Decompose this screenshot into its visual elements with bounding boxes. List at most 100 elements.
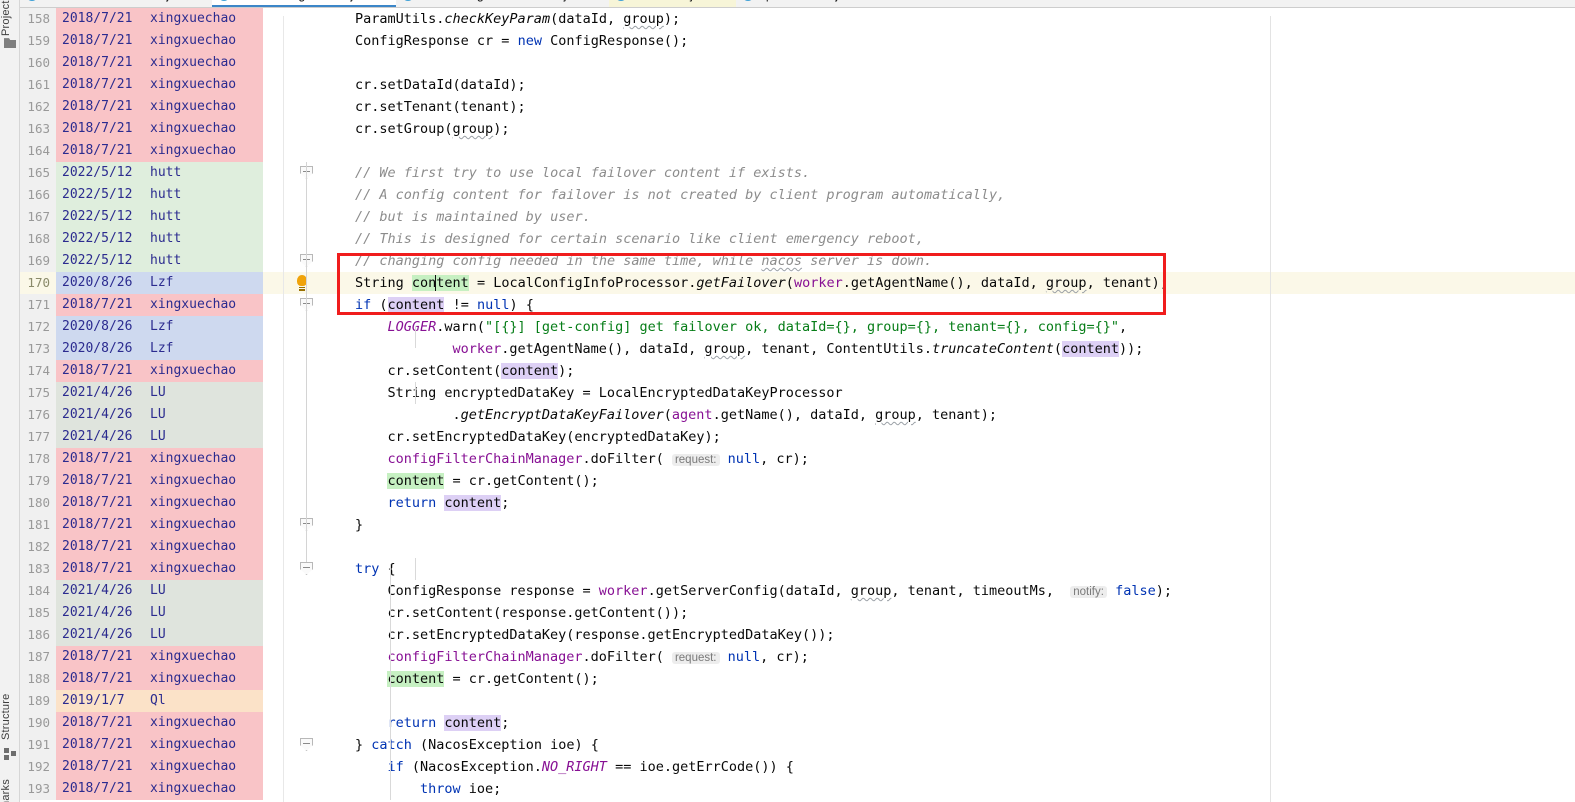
- editor-gutter[interactable]: [263, 404, 343, 426]
- editor-gutter[interactable]: [263, 536, 343, 558]
- blame-annotation[interactable]: 2021/4/26 LU: [56, 624, 263, 646]
- blame-annotation[interactable]: 2018/7/21 xingxuechao: [56, 712, 263, 734]
- table-row[interactable]: 167 2022/5/12 hutt // but is maintained by …: [20, 206, 1575, 228]
- editor-gutter[interactable]: [263, 74, 343, 96]
- blame-annotation[interactable]: 2018/7/21 xingxuechao: [56, 558, 263, 580]
- blame-annotation[interactable]: 2022/5/12 hutt: [56, 250, 263, 272]
- editor-gutter[interactable]: [263, 206, 343, 228]
- table-row[interactable]: 187 2018/7/21 xingxuechao configFilterChain…: [20, 646, 1575, 668]
- editor-gutter[interactable]: [263, 492, 343, 514]
- table-row[interactable]: 163 2018/7/21 xingxuechao cr.setGroup(group…: [20, 118, 1575, 140]
- blame-annotation[interactable]: 2021/4/26 LU: [56, 426, 263, 448]
- editor-tab-3[interactable]: Collectors.java ×: [609, 0, 736, 7]
- blame-annotation[interactable]: 2020/8/26 Lzf: [56, 338, 263, 360]
- table-row[interactable]: 188 2018/7/21 xingxuechao content = cr.getC…: [20, 668, 1575, 690]
- editor-gutter[interactable]: [263, 734, 343, 756]
- table-row[interactable]: 192 2018/7/21 xingxuechao if (NacosExceptio…: [20, 756, 1575, 778]
- code-line[interactable]: [343, 140, 1575, 162]
- blame-annotation[interactable]: 2022/5/12 hutt: [56, 206, 263, 228]
- blame-annotation[interactable]: 2019/1/7 Ql: [56, 690, 263, 712]
- code-line[interactable]: ConfigResponse cr = new ConfigResponse()…: [343, 30, 1575, 52]
- code-line[interactable]: throw ioe;: [343, 778, 1575, 800]
- blame-annotation[interactable]: 2018/7/21 xingxuechao: [56, 52, 263, 74]
- editor-gutter[interactable]: [263, 294, 343, 316]
- tool-button-structure[interactable]: Structure: [0, 686, 20, 748]
- table-row[interactable]: 179 2018/7/21 xingxuechao content = cr.getC…: [20, 470, 1575, 492]
- blame-annotation[interactable]: 2020/8/26 Lzf: [56, 316, 263, 338]
- blame-annotation[interactable]: 2018/7/21 xingxuechao: [56, 734, 263, 756]
- code-line[interactable]: String encryptedDataKey = LocalEncrypted…: [343, 382, 1575, 404]
- editor-gutter[interactable]: [263, 646, 343, 668]
- editor-gutter[interactable]: [263, 140, 343, 162]
- code-line[interactable]: cr.setGroup(group);: [343, 118, 1575, 140]
- blame-annotation[interactable]: 2018/7/21 xingxuechao: [56, 360, 263, 382]
- editor-gutter[interactable]: [263, 448, 343, 470]
- code-line[interactable]: if (NacosException.NO_RIGHT == ioe.getEr…: [343, 756, 1575, 778]
- code-line[interactable]: [343, 536, 1575, 558]
- blame-annotation[interactable]: 2018/7/21 xingxuechao: [56, 118, 263, 140]
- table-row[interactable]: 173 2020/8/26 Lzf worker.getAgentName(), da…: [20, 338, 1575, 360]
- editor-gutter[interactable]: [263, 558, 343, 580]
- code-line[interactable]: // This is designed for certain scenario…: [343, 228, 1575, 250]
- code-line[interactable]: try {: [343, 558, 1575, 580]
- code-line[interactable]: String content = LocalConfigInfoProcesso…: [343, 272, 1575, 294]
- blame-annotation[interactable]: 2018/7/21 xingxuechao: [56, 470, 263, 492]
- blame-annotation[interactable]: 2022/5/12 hutt: [56, 162, 263, 184]
- editor-area[interactable]: 158 2018/7/21 xingxuechao ParamUtils.checkK…: [20, 8, 1575, 802]
- blame-annotation[interactable]: 2021/4/26 LU: [56, 404, 263, 426]
- table-row[interactable]: 161 2018/7/21 xingxuechao cr.setDataId(data…: [20, 74, 1575, 96]
- fold-end-marker[interactable]: [300, 562, 313, 575]
- table-row[interactable]: 164 2018/7/21 xingxuechao: [20, 140, 1575, 162]
- editor-tab-4[interactable]: ApiConstants.java ×: [735, 0, 881, 7]
- code-line[interactable]: cr.setContent(response.getContent());: [343, 602, 1575, 624]
- editor-tab-0[interactable]: PrometheusController.java ×: [20, 0, 212, 7]
- table-row[interactable]: 184 2021/4/26 LU ConfigResponse response = …: [20, 580, 1575, 602]
- table-row[interactable]: 174 2018/7/21 xingxuechao cr.setContent(con…: [20, 360, 1575, 382]
- table-row[interactable]: 185 2021/4/26 LU cr.setContent(response.get…: [20, 602, 1575, 624]
- table-row[interactable]: 160 2018/7/21 xingxuechao: [20, 52, 1575, 74]
- editor-gutter[interactable]: [263, 382, 343, 404]
- table-row[interactable]: 177 2021/4/26 LU cr.setEncryptedDataKey(enc…: [20, 426, 1575, 448]
- blame-annotation[interactable]: 2018/7/21 xingxuechao: [56, 30, 263, 52]
- table-row[interactable]: 183 2018/7/21 xingxuechao try {: [20, 558, 1575, 580]
- code-line[interactable]: // We first try to use local failover co…: [343, 162, 1575, 184]
- code-line[interactable]: cr.setEncryptedDataKey(response.getEncry…: [343, 624, 1575, 646]
- blame-annotation[interactable]: 2018/7/21 xingxuechao: [56, 140, 263, 162]
- code-line[interactable]: ConfigResponse response = worker.getServ…: [343, 580, 1575, 602]
- editor-gutter[interactable]: [263, 272, 343, 294]
- editor-gutter[interactable]: [263, 8, 343, 30]
- editor-gutter[interactable]: [263, 184, 343, 206]
- code-line[interactable]: return content;: [343, 712, 1575, 734]
- editor-gutter[interactable]: [263, 162, 343, 184]
- blame-annotation[interactable]: 2018/7/21 xingxuechao: [56, 74, 263, 96]
- editor-gutter[interactable]: [263, 690, 343, 712]
- table-row[interactable]: 191 2018/7/21 xingxuechao} catch (NacosExc…: [20, 734, 1575, 756]
- editor-tab-1[interactable]: NacosConfigService.java ×: [211, 0, 396, 7]
- blame-annotation[interactable]: 2022/5/12 hutt: [56, 228, 263, 250]
- code-line[interactable]: worker.getAgentName(), dataId, group, te…: [343, 338, 1575, 360]
- table-row[interactable]: 168 2022/5/12 hutt // This is designed for …: [20, 228, 1575, 250]
- close-icon[interactable]: ×: [197, 0, 203, 1]
- code-line[interactable]: } catch (NacosException ioe) {: [343, 734, 1575, 756]
- code-line[interactable]: LOGGER.warn("[{}] [get-config] get failo…: [343, 316, 1575, 338]
- blame-annotation[interactable]: 2022/5/12 hutt: [56, 184, 263, 206]
- code-line[interactable]: // but is maintained by user.: [343, 206, 1575, 228]
- editor-gutter[interactable]: [263, 338, 343, 360]
- blame-annotation[interactable]: 2020/8/26 Lzf: [56, 272, 263, 294]
- code-line[interactable]: cr.setDataId(dataId);: [343, 74, 1575, 96]
- editor-gutter[interactable]: [263, 30, 343, 52]
- code-line[interactable]: cr.setEncryptedDataKey(encryptedDataKey)…: [343, 426, 1575, 448]
- code-line[interactable]: cr.setTenant(tenant);: [343, 96, 1575, 118]
- code-line[interactable]: [343, 690, 1575, 712]
- code-line[interactable]: content = cr.getContent();: [343, 668, 1575, 690]
- table-row[interactable]: 180 2018/7/21 xingxuechao return content;: [20, 492, 1575, 514]
- code-line[interactable]: configFilterChainManager.doFilter( reque…: [343, 448, 1575, 470]
- table-row[interactable]: 169 2022/5/12 hutt // changing config neede…: [20, 250, 1575, 272]
- table-row[interactable]: 166 2022/5/12 hutt // A config content for …: [20, 184, 1575, 206]
- close-icon[interactable]: ×: [595, 0, 601, 1]
- tool-button-project[interactable]: Project: [0, 0, 20, 42]
- code-line[interactable]: // changing config needed in the same ti…: [343, 250, 1575, 272]
- blame-annotation[interactable]: 2018/7/21 xingxuechao: [56, 646, 263, 668]
- close-icon[interactable]: ×: [381, 0, 387, 1]
- editor-gutter[interactable]: [263, 470, 343, 492]
